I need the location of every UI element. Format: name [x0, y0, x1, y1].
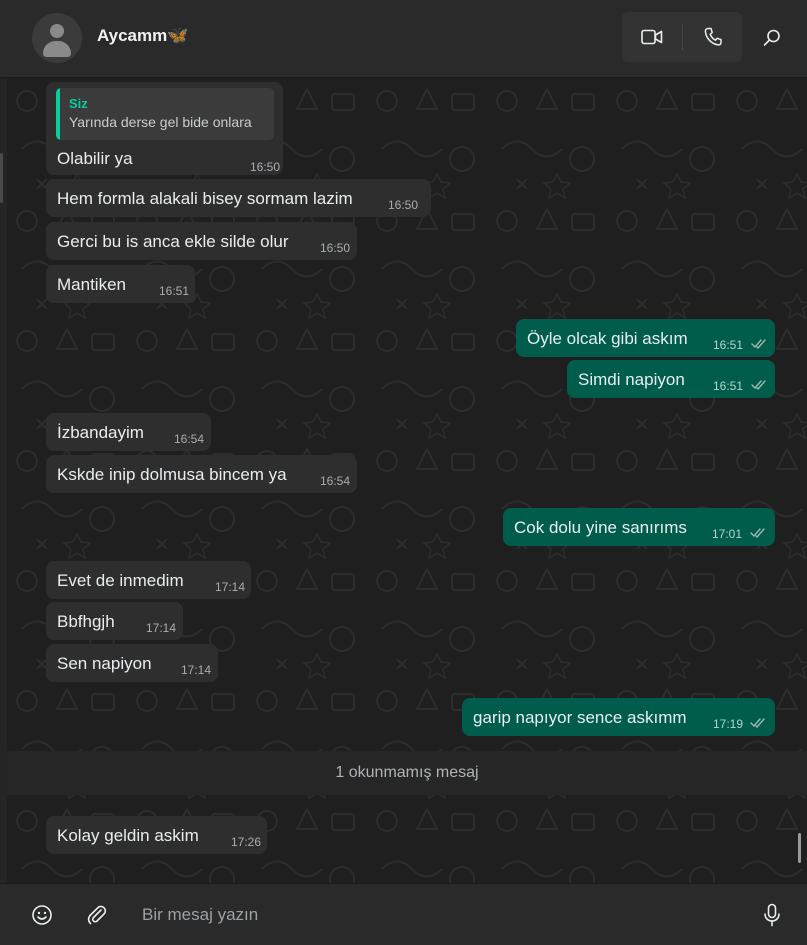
avatar-body-shape [43, 41, 71, 57]
message-time: 17:19 [713, 717, 744, 731]
message-bubble-outgoing[interactable]: Öyle olcak gibi askım 16:51 [516, 319, 775, 357]
call-button-group [622, 12, 742, 62]
read-ticks-icon [750, 528, 765, 539]
emoji-icon [32, 905, 52, 925]
message-bubble-incoming[interactable]: Sen napiyon 17:14 [46, 644, 218, 682]
video-call-button[interactable] [622, 12, 682, 62]
message-text: Gerci bu is anca ekle silde olur [57, 232, 289, 251]
microphone-icon [764, 903, 780, 927]
message-time: 16:51 [159, 284, 190, 298]
voice-message-button[interactable] [758, 901, 786, 929]
chat-header: Aycamm🦋 [0, 0, 807, 78]
message-time: 16:54 [174, 432, 205, 446]
message-text: Sen napiyon [57, 654, 152, 673]
message-text: garip napıyor sence askımm [473, 708, 687, 727]
avatar-head-shape [50, 24, 64, 38]
contact-avatar[interactable] [32, 13, 82, 63]
message-bubble-incoming[interactable]: Kskde inip dolmusa bincem ya 16:54 [46, 455, 357, 493]
paperclip-icon [87, 905, 107, 925]
message-bubble-incoming[interactable]: Kolay geldin askim 17:26 [46, 816, 267, 854]
message-bubble-incoming[interactable]: Siz Yarında derse gel bide onlara Olabil… [46, 82, 283, 175]
attach-button[interactable] [83, 901, 111, 929]
quote-author: Siz [69, 96, 88, 111]
message-time: 16:50 [388, 198, 419, 212]
message-bubble-incoming[interactable]: Gerci bu is anca ekle silde olur 16:50 [46, 222, 357, 260]
video-camera-icon [641, 29, 663, 45]
message-bubble-incoming[interactable]: Evet de inmedim 17:14 [46, 561, 251, 599]
message-time: 17:14 [215, 580, 246, 594]
message-input[interactable] [130, 898, 730, 932]
message-text: Kolay geldin askim [57, 826, 199, 845]
message-time: 16:54 [320, 474, 351, 488]
message-time: 17:14 [181, 663, 212, 677]
message-text: Mantiken [57, 275, 126, 294]
quoted-message[interactable]: Siz Yarında derse gel bide onlara [56, 88, 274, 140]
message-time: 16:50 [250, 160, 281, 174]
phone-icon [704, 27, 722, 46]
rail-marker [0, 153, 3, 203]
left-edge-rail [0, 79, 7, 883]
message-bubble-outgoing[interactable]: Cok dolu yine sanırıms 17:01 [503, 508, 775, 546]
read-ticks-icon [751, 339, 766, 350]
message-time: 16:50 [320, 241, 351, 255]
composer-bar [0, 883, 807, 945]
read-ticks-icon [750, 718, 765, 729]
message-bubble-outgoing[interactable]: Simdi napiyon 16:51 [567, 360, 775, 398]
message-text: İzbandayim [57, 423, 144, 442]
message-text: Simdi napiyon [578, 370, 685, 389]
search-icon [763, 29, 780, 46]
quote-accent-bar [56, 88, 60, 140]
quote-text: Yarında derse gel bide onlara [69, 114, 252, 130]
message-text: Hem formla alakali bisey sormam lazim [57, 189, 353, 208]
unread-count-text: 1 okunmamış mesaj [335, 764, 479, 781]
message-bubble-incoming[interactable]: Mantiken 16:51 [46, 265, 195, 303]
message-text: Cok dolu yine sanırıms [514, 518, 687, 537]
chat-scrollbar-thumb[interactable] [798, 833, 801, 863]
message-text: Öyle olcak gibi askım [527, 329, 688, 348]
message-bubble-incoming[interactable]: Hem formla alakali bisey sormam lazim 16… [46, 179, 431, 217]
message-text: Kskde inip dolmusa bincem ya [57, 465, 287, 484]
message-time: 16:51 [713, 379, 744, 393]
message-bubble-incoming[interactable]: Bbfhgjh 17:14 [46, 602, 183, 640]
contact-name[interactable]: Aycamm🦋 [97, 26, 188, 46]
message-time: 17:01 [712, 527, 743, 541]
message-list[interactable]: Siz Yarında derse gel bide onlara Olabil… [7, 79, 807, 883]
search-button[interactable] [756, 22, 788, 54]
message-time: 17:14 [146, 621, 177, 635]
message-text: Olabilir ya [57, 149, 133, 168]
message-text: Evet de inmedim [57, 571, 184, 590]
unread-messages-divider: 1 okunmamış mesaj [7, 751, 807, 795]
emoji-button[interactable] [28, 901, 56, 929]
message-time: 17:26 [231, 835, 262, 849]
message-bubble-incoming[interactable]: İzbandayim 16:54 [46, 413, 211, 451]
read-ticks-icon [751, 380, 766, 391]
message-text: Bbfhgjh [57, 612, 115, 631]
message-bubble-outgoing[interactable]: garip napıyor sence askımm 17:19 [462, 698, 775, 736]
voice-call-button[interactable] [683, 12, 742, 62]
message-time: 16:51 [713, 338, 744, 352]
